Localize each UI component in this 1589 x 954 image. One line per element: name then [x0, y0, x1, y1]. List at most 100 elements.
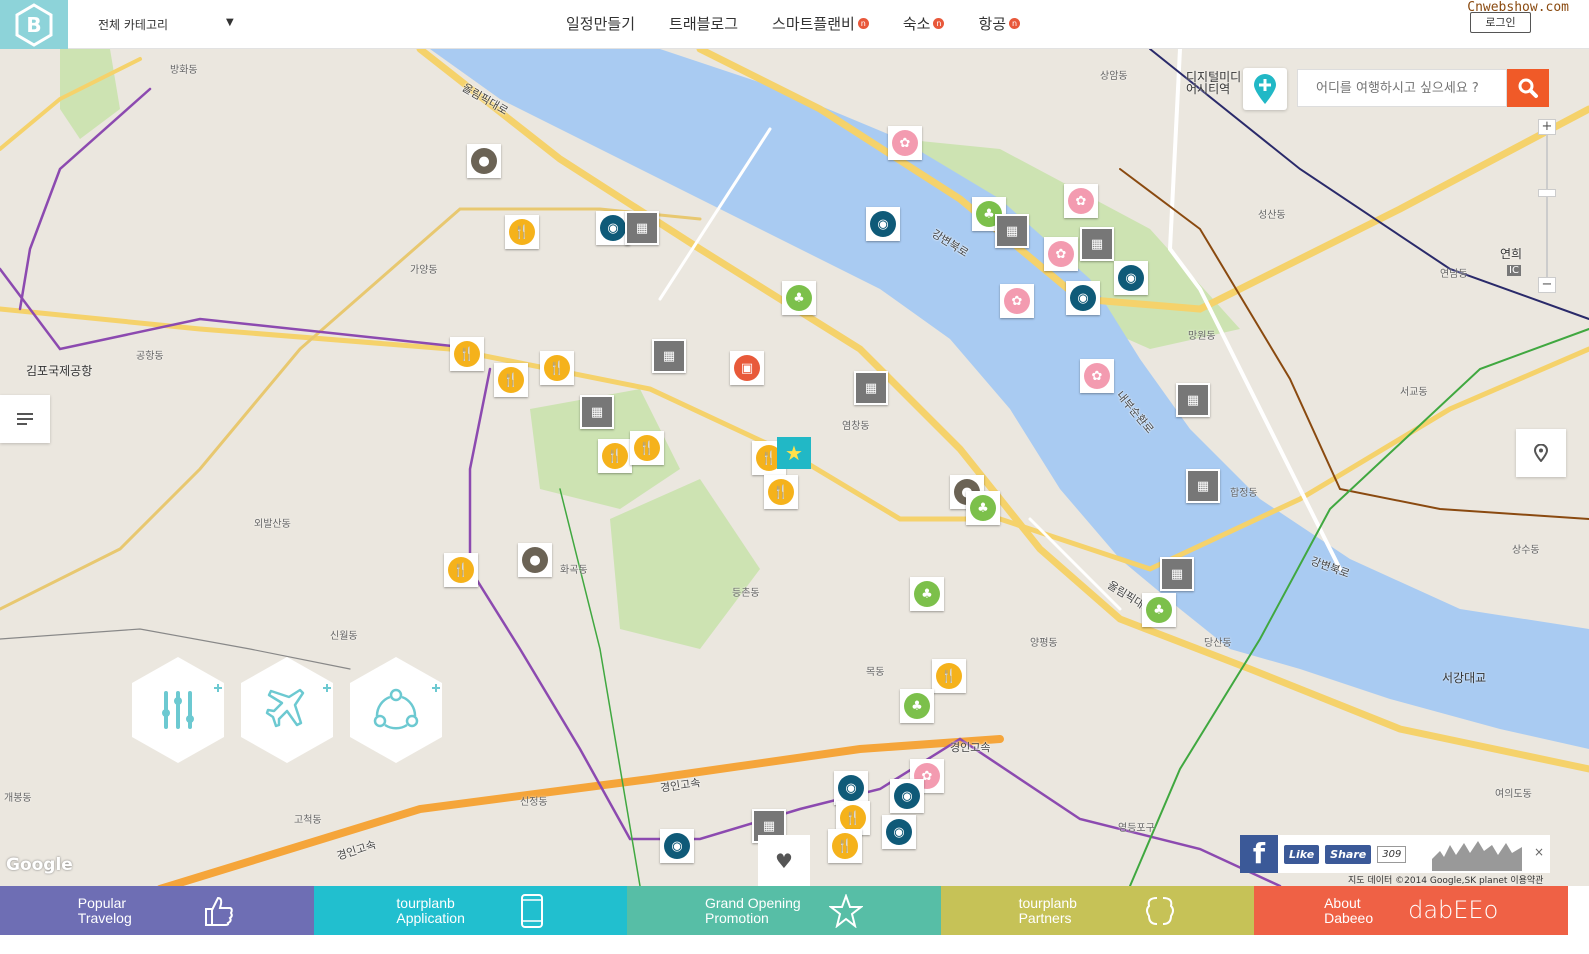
new-badge: n [933, 18, 945, 29]
restaurant-icon: 🍴 [634, 435, 660, 461]
footer-application[interactable]: tourplanb Application [313, 886, 628, 935]
restaurant-icon: 🍴 [448, 557, 474, 583]
footer-about[interactable]: About Dabeeo dabEEo [1254, 886, 1568, 935]
footer-promotion[interactable]: Grand Opening Promotion [627, 886, 941, 935]
map-marker-tree[interactable]: ♣ [900, 689, 934, 723]
map-marker-photo[interactable]: ▦ [652, 339, 686, 373]
nav-smartplanb[interactable]: 스마트플랜비 n [772, 13, 869, 34]
restaurant-icon: 🍴 [832, 833, 858, 859]
map-marker-film[interactable]: ◉ [1114, 261, 1148, 295]
photo-icon: ▦ [1082, 229, 1112, 259]
footer-label: Partners [1018, 909, 1072, 926]
map-label: 방화동 [170, 65, 198, 76]
destination-search-input[interactable] [1297, 69, 1507, 107]
map-marker-photo[interactable]: ▦ [854, 371, 888, 405]
map-marker-photo[interactable]: ▦ [625, 211, 659, 245]
nature-icon: ♣ [1146, 597, 1172, 623]
footer-partners[interactable]: tourplanb Partners [940, 886, 1255, 935]
photo-icon: ▦ [856, 373, 886, 403]
map-marker-pin[interactable]: ● [518, 543, 552, 577]
map-marker-spot[interactable]: ✿ [1064, 184, 1098, 218]
map-marker-spot[interactable]: ✿ [1080, 359, 1114, 393]
map-marker-food[interactable]: 🍴 [630, 431, 664, 465]
map-marker-tree[interactable]: ♣ [1142, 593, 1176, 627]
map-marker-photo[interactable]: ▦ [1186, 469, 1220, 503]
map-label: 가양동 [410, 265, 438, 276]
map-label: 등촌동 [732, 588, 760, 599]
map-marker-food[interactable]: 🍴 [932, 659, 966, 693]
nav-travelog[interactable]: 트래블로그 [669, 13, 738, 34]
map-marker-food[interactable]: 🍴 [828, 829, 862, 863]
map-marker-food[interactable]: 🍴 [505, 215, 539, 249]
attraction-icon: ✿ [1068, 188, 1094, 214]
map-marker-food[interactable]: 🍴 [598, 439, 632, 473]
map-marker-shop[interactable]: ▣ [730, 351, 764, 385]
svg-text:B: B [26, 13, 41, 37]
map-marker-film[interactable]: ◉ [866, 207, 900, 241]
zoom-slider-handle[interactable] [1538, 189, 1556, 197]
map-marker-film[interactable]: ◉ [660, 829, 694, 863]
map-marker-photo[interactable]: ▦ [1080, 227, 1114, 261]
zoom-control: + − [1538, 119, 1556, 295]
map-label: 개봉동 [4, 793, 32, 804]
map[interactable]: 김포국제공항 서강대교 연희 IC 디지털미디어시티역 강변북로 강변북로 올림… [0, 49, 1589, 886]
selected-star-marker[interactable]: ★ [777, 437, 811, 469]
map-label: 합정동 [1230, 488, 1258, 499]
footer-bar: Popular Travelog tourplanb Application Gra… [0, 886, 1568, 935]
map-marker-spot[interactable]: ✿ [1000, 284, 1034, 318]
photo-icon: ▦ [582, 397, 612, 427]
login-button[interactable]: 로그인 [1470, 12, 1531, 33]
map-marker-film[interactable]: ◉ [1066, 281, 1100, 315]
fb-like-button[interactable]: Like [1284, 844, 1320, 864]
park [610, 479, 760, 649]
close-widget-button[interactable]: × [1534, 845, 1544, 859]
fb-share-button[interactable]: Share [1325, 844, 1372, 864]
map-marker-film[interactable]: ◉ [834, 771, 868, 805]
zoom-in-button[interactable]: + [1538, 119, 1556, 135]
map-marker-tree[interactable]: ♣ [782, 281, 816, 315]
map-marker-spot[interactable]: ✿ [888, 126, 922, 160]
map-marker-photo[interactable]: ▦ [995, 214, 1029, 248]
search-button[interactable] [1507, 69, 1549, 107]
map-marker-film[interactable]: ◉ [890, 779, 924, 813]
map-marker-tree[interactable]: ♣ [966, 491, 1000, 525]
restaurant-icon: 🍴 [936, 663, 962, 689]
map-marker-tree[interactable]: ♣ [910, 577, 944, 611]
filter-button[interactable] [128, 655, 228, 765]
map-marker-food[interactable]: 🍴 [494, 363, 528, 397]
share-button[interactable] [346, 655, 446, 765]
favorite-button[interactable]: ♥ [758, 835, 810, 886]
airplane-icon [241, 657, 333, 763]
restaurant-icon: 🍴 [454, 341, 480, 367]
map-marker-food[interactable]: 🍴 [450, 337, 484, 371]
chevron-down-icon[interactable]: ▼ [226, 17, 234, 28]
map-marker-food[interactable]: 🍴 [444, 553, 478, 587]
map-label: 신월동 [330, 631, 358, 642]
map-marker-pin[interactable]: ● [467, 144, 501, 178]
zoom-track[interactable] [1546, 129, 1548, 289]
add-flight-button[interactable] [237, 655, 337, 765]
photo-icon: ▦ [654, 341, 684, 371]
zoom-out-button[interactable]: − [1538, 277, 1556, 293]
add-place-button[interactable] [1243, 68, 1287, 110]
map-marker-photo[interactable]: ▦ [1176, 383, 1210, 417]
nav-lodging[interactable]: 숙소 n [903, 13, 945, 34]
footer-label: Travelog [77, 909, 132, 926]
map-marker-food[interactable]: 🍴 [764, 475, 798, 509]
map-marker-film[interactable]: ◉ [882, 815, 916, 849]
nav-schedule[interactable]: 일정만들기 [566, 13, 635, 34]
my-location-button[interactable] [1516, 429, 1566, 477]
star-icon [828, 893, 863, 928]
footer-popular-travelog[interactable]: Popular Travelog [0, 886, 314, 935]
category-select[interactable]: 전체 카테고리 [98, 16, 168, 33]
logo[interactable]: B [0, 0, 68, 49]
map-marker-photo[interactable]: ▦ [1160, 557, 1194, 591]
map-pin-plus-icon [1254, 74, 1276, 104]
google-logo: Google [6, 855, 73, 875]
map-marker-food[interactable]: 🍴 [540, 351, 574, 385]
nav-flight[interactable]: 항공 n [978, 13, 1021, 34]
list-toggle-button[interactable] [0, 395, 50, 443]
map-marker-photo[interactable]: ▦ [580, 395, 614, 429]
map-label: IC [1507, 265, 1521, 276]
map-marker-spot[interactable]: ✿ [1044, 237, 1078, 271]
